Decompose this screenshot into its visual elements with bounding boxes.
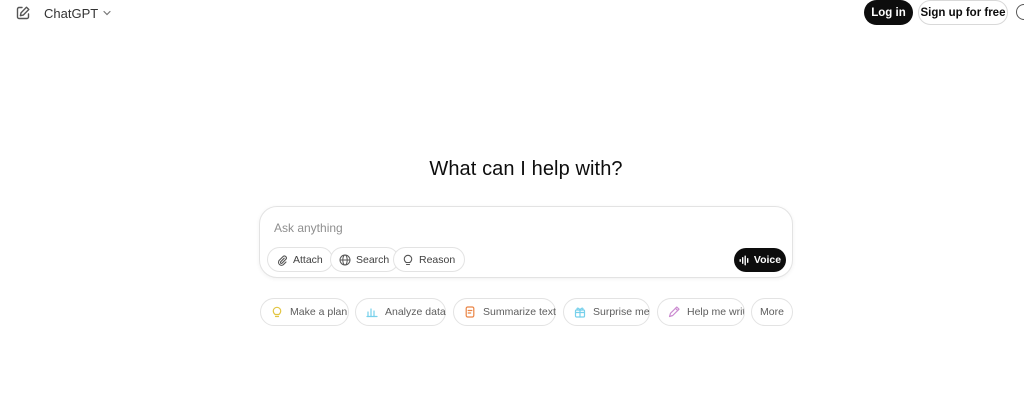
voice-label: Voice — [753, 254, 782, 266]
top-bar: ChatGPT Log in Sign up for free — [0, 0, 1024, 26]
login-button[interactable]: Log in — [864, 0, 913, 25]
page-title: What can I help with? — [429, 158, 623, 180]
search-button[interactable]: Search — [330, 247, 400, 272]
voice-button[interactable]: Voice — [734, 248, 786, 272]
search-label: Search — [356, 253, 390, 266]
model-selector[interactable]: ChatGPT — [44, 4, 112, 22]
model-label: ChatGPT — [44, 5, 99, 21]
page: ChatGPT Log in Sign up for free What can… — [0, 0, 1024, 415]
prompt-composer: Attach Search Reason — [259, 206, 793, 278]
signup-button[interactable]: Sign up for free — [918, 0, 1008, 25]
attach-label: Attach — [293, 253, 323, 266]
globe-icon — [339, 254, 351, 266]
pen-icon — [668, 306, 680, 318]
waveform-icon — [739, 255, 750, 266]
attach-button[interactable]: Attach — [267, 247, 333, 272]
reason-button[interactable]: Reason — [393, 247, 466, 272]
suggestion-label: More — [760, 306, 784, 318]
prompt-input[interactable] — [274, 219, 774, 237]
suggestion-label: Help me write — [687, 306, 745, 318]
bar-chart-icon — [366, 306, 378, 318]
suggestion-summarize-text[interactable]: Summarize text — [453, 298, 556, 326]
suggestion-label: Surprise me — [593, 306, 650, 318]
document-icon — [464, 306, 476, 318]
suggestion-label: Analyze data — [385, 306, 446, 318]
suggestion-more[interactable]: More — [751, 298, 793, 326]
suggestion-label: Summarize text — [483, 306, 556, 318]
suggestion-surprise-me[interactable]: Surprise me — [563, 298, 650, 326]
reason-label: Reason — [419, 253, 456, 266]
suggestion-help-me-write[interactable]: Help me write — [657, 298, 745, 326]
paperclip-icon — [276, 254, 288, 266]
suggestion-analyze-data[interactable]: Analyze data — [355, 298, 446, 326]
chevron-down-icon — [102, 8, 112, 18]
suggestion-label: Make a plan — [290, 306, 348, 318]
help-icon[interactable] — [1016, 4, 1024, 20]
gift-icon — [574, 306, 586, 318]
lightbulb-icon — [271, 306, 283, 318]
suggestion-make-a-plan[interactable]: Make a plan — [260, 298, 349, 326]
lightbulb-icon — [402, 254, 414, 266]
edit-icon — [16, 6, 30, 20]
new-chat-button[interactable] — [13, 3, 33, 23]
